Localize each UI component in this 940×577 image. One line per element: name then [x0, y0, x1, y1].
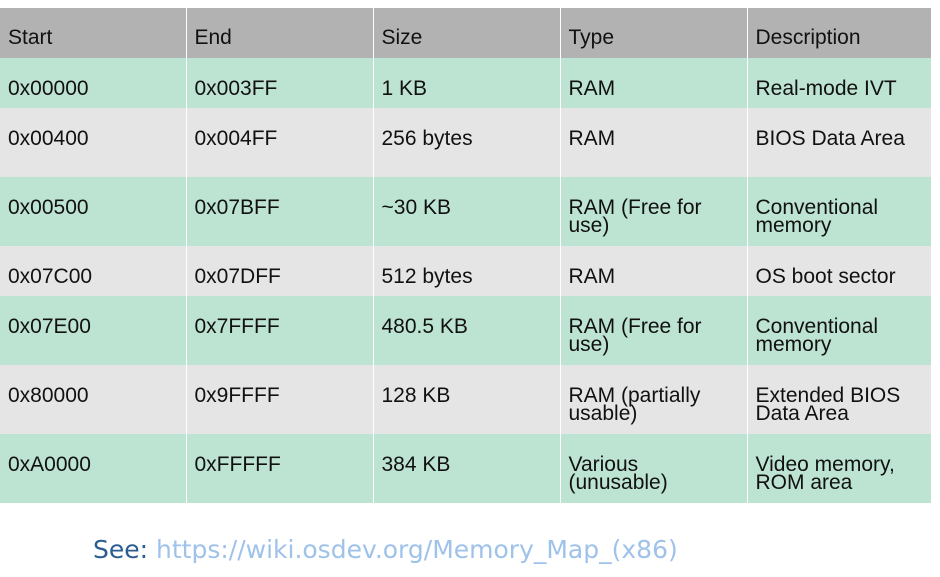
cell-description: BIOS Data Area — [746, 108, 931, 177]
cell-type: RAM — [559, 246, 747, 296]
cell-description: Conventional memory — [746, 177, 931, 246]
cell-end: 0x07DFF — [185, 246, 373, 296]
column-header-start: Start — [0, 8, 186, 58]
column-header-description: Description — [746, 8, 931, 58]
cell-start: 0xA0000 — [0, 434, 186, 503]
cell-start: 0x00000 — [0, 58, 186, 108]
column-header-end: End — [185, 8, 373, 58]
cell-size: 512 bytes — [372, 246, 560, 296]
cell-end: 0x004FF — [185, 108, 373, 177]
table-row: 0x00400 0x004FF 256 bytes RAM BIOS Data … — [0, 108, 931, 177]
cell-size: ~30 KB — [372, 177, 560, 246]
osdev-memory-map-link[interactable]: https://wiki.osdev.org/Memory_Map_(x86) — [156, 535, 678, 564]
reference-line: See: https://wiki.osdev.org/Memory_Map_(… — [93, 535, 678, 564]
table-row: 0xA0000 0xFFFFF 384 KB Various (unusable… — [0, 434, 931, 503]
cell-type: Various (unusable) — [559, 434, 747, 503]
cell-type: RAM (Free for use) — [559, 177, 747, 246]
cell-size: 256 bytes — [372, 108, 560, 177]
see-label: See: — [93, 535, 149, 564]
table-row: 0x07C00 0x07DFF 512 bytes RAM OS boot se… — [0, 246, 931, 296]
table-row: 0x00000 0x003FF 1 KB RAM Real-mode IVT — [0, 58, 931, 108]
cell-size: 128 KB — [372, 365, 560, 434]
cell-start: 0x00400 — [0, 108, 186, 177]
cell-type: RAM — [559, 108, 747, 177]
cell-description: Extended BIOS Data Area — [746, 365, 931, 434]
column-header-size: Size — [372, 8, 560, 58]
table-header-row: Start End Size Type Description — [0, 8, 931, 58]
cell-size: 480.5 KB — [372, 296, 560, 365]
cell-end: 0x7FFFF — [185, 296, 373, 365]
table-row: 0x00500 0x07BFF ~30 KB RAM (Free for use… — [0, 177, 931, 246]
cell-description: Conventional memory — [746, 296, 931, 365]
column-header-type: Type — [559, 8, 747, 58]
cell-size: 384 KB — [372, 434, 560, 503]
table-row: 0x07E00 0x7FFFF 480.5 KB RAM (Free for u… — [0, 296, 931, 365]
cell-description: Real-mode IVT — [746, 58, 931, 108]
memory-map-table-container: Start End Size Type Description 0x00000 … — [0, 8, 931, 503]
cell-size: 1 KB — [372, 58, 560, 108]
cell-type: RAM — [559, 58, 747, 108]
cell-type: RAM (Free for use) — [559, 296, 747, 365]
cell-type: RAM (partially usable) — [559, 365, 747, 434]
cell-description: Video memory, ROM area — [746, 434, 931, 503]
cell-end: 0x07BFF — [185, 177, 373, 246]
cell-start: 0x00500 — [0, 177, 186, 246]
table-row: 0x80000 0x9FFFF 128 KB RAM (partially us… — [0, 365, 931, 434]
cell-end: 0x003FF — [185, 58, 373, 108]
cell-start: 0x07E00 — [0, 296, 186, 365]
cell-start: 0x07C00 — [0, 246, 186, 296]
cell-end: 0xFFFFF — [185, 434, 373, 503]
cell-start: 0x80000 — [0, 365, 186, 434]
cell-end: 0x9FFFF — [185, 365, 373, 434]
cell-description: OS boot sector — [746, 246, 931, 296]
memory-map-table: Start End Size Type Description 0x00000 … — [0, 8, 931, 503]
